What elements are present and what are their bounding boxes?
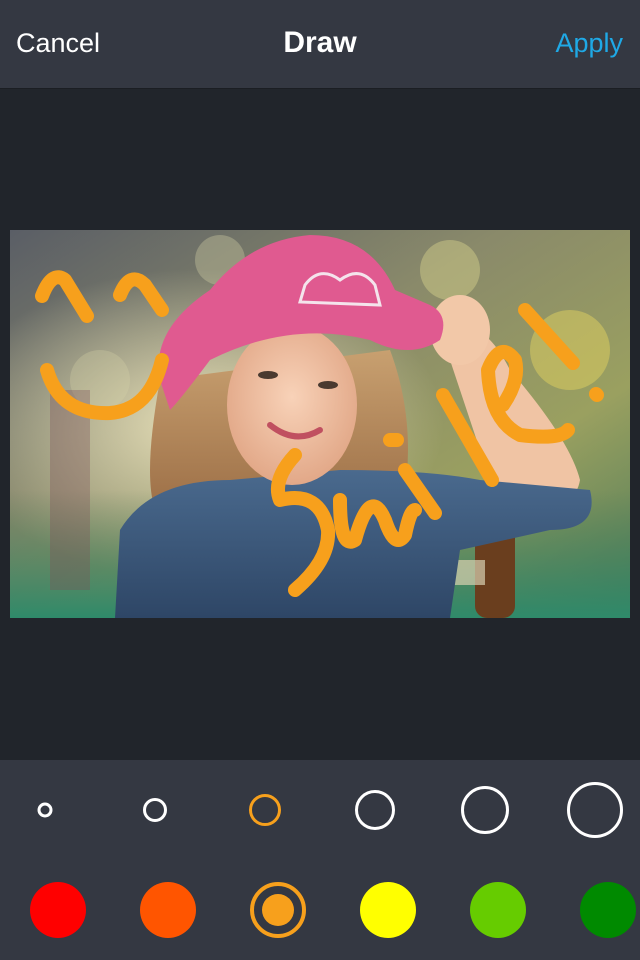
- apply-button[interactable]: Apply: [555, 28, 623, 59]
- color-yellow-button[interactable]: [360, 882, 416, 938]
- page-title: Draw: [283, 26, 357, 59]
- stroke-exclamation-dot: [589, 387, 604, 402]
- brush-size-1-button[interactable]: [37, 802, 53, 818]
- drawing-canvas[interactable]: [10, 230, 630, 618]
- color-orange-red-button[interactable]: [140, 882, 196, 938]
- color-orange-button[interactable]: [250, 882, 306, 938]
- brush-size-6-button[interactable]: [567, 782, 623, 838]
- nav-bar: Cancel Draw Apply: [0, 0, 640, 89]
- selected-color-swatch: [262, 894, 294, 926]
- color-red-button[interactable]: [30, 882, 86, 938]
- photo-with-drawing: [10, 230, 630, 618]
- tool-panel: [0, 760, 640, 960]
- color-green-button[interactable]: [580, 882, 636, 938]
- brush-size-2-button[interactable]: [143, 798, 167, 822]
- brush-size-5-button[interactable]: [461, 786, 509, 834]
- color-light-green-button[interactable]: [470, 882, 526, 938]
- brush-size-3-button[interactable]: [249, 794, 281, 826]
- brush-size-4-button[interactable]: [355, 790, 395, 830]
